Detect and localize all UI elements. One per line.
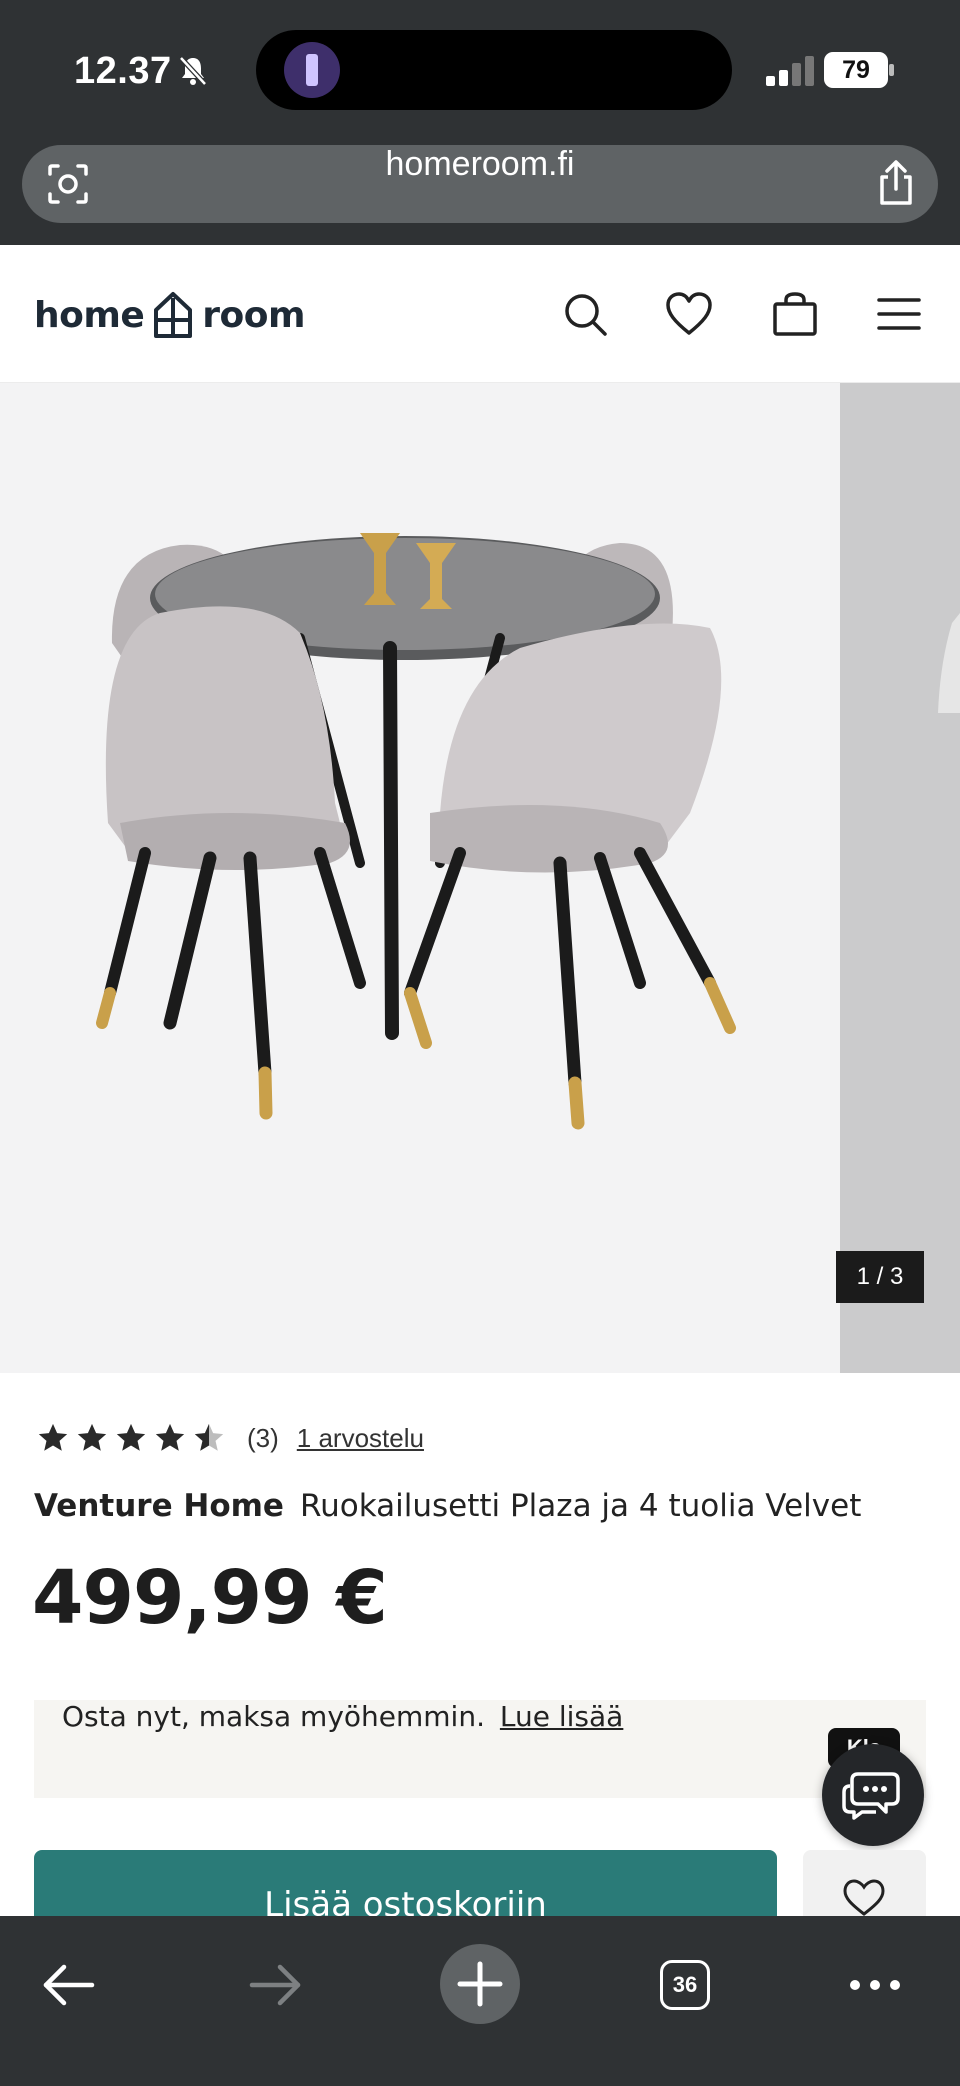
chat-bubbles-icon <box>842 1772 900 1820</box>
product-image-dining-set <box>96 533 736 1130</box>
cellular-signal-icon <box>766 56 814 86</box>
klarna-text: Osta nyt, maksa myöhemmin. <box>62 1700 485 1733</box>
star-full-icon <box>116 1423 146 1451</box>
klarna-message: Osta nyt, maksa myöhemmin. Lue lisää <box>62 1700 623 1733</box>
status-bar: 12.37 79 <box>0 0 960 145</box>
site-logo[interactable]: home room <box>34 289 306 341</box>
chat-button[interactable] <box>822 1744 924 1846</box>
new-tab-plus-icon <box>457 1961 503 2007</box>
menu-icon[interactable] <box>874 289 924 339</box>
dynamic-island <box>256 30 732 110</box>
visual-search-icon[interactable] <box>46 162 90 206</box>
address-field[interactable]: homeroom.fi <box>22 145 938 223</box>
status-time: 12.37 <box>74 50 172 92</box>
more-icon[interactable] <box>840 1950 910 2020</box>
product-name: Ruokailusetti Plaza ja 4 tuolia Velvet <box>299 1488 862 1524</box>
star-full-icon <box>77 1423 107 1451</box>
heart-icon[interactable] <box>664 289 714 339</box>
bell-slash-icon <box>179 56 207 86</box>
forward-arrow-icon[interactable] <box>240 1950 310 2020</box>
url-text[interactable]: homeroom.fi <box>22 145 938 223</box>
logo-text-room: room <box>202 294 306 336</box>
search-icon[interactable] <box>560 289 610 339</box>
star-half-icon <box>194 1423 224 1451</box>
tabs-button[interactable]: 36 <box>660 1960 710 2010</box>
product-rating[interactable]: (3) 1 arvostelu <box>36 1418 424 1458</box>
next-image-edge <box>938 613 960 713</box>
back-arrow-icon[interactable] <box>34 1950 104 2020</box>
klarna-read-more-link[interactable]: Lue lisää <box>500 1700 623 1733</box>
rating-count: (3) <box>247 1422 279 1453</box>
house-logo-icon <box>154 292 193 338</box>
share-icon[interactable] <box>874 159 918 207</box>
logo-text-home: home <box>34 294 145 336</box>
flashlight-icon <box>284 42 340 98</box>
star-full-icon <box>155 1423 185 1451</box>
battery-nub <box>889 64 894 76</box>
reviews-link[interactable]: 1 arvostelu <box>297 1423 424 1454</box>
new-tab-button[interactable] <box>440 1944 520 2024</box>
shopping-bag-icon[interactable] <box>770 289 820 339</box>
site-header: home room <box>0 245 960 383</box>
klarna-banner: Osta nyt, maksa myöhemmin. Lue lisää Kla <box>34 1700 926 1798</box>
product-image-gallery[interactable] <box>0 383 840 1373</box>
star-full-icon <box>38 1423 68 1451</box>
browser-toolbar: 36 <box>0 1916 960 2086</box>
battery-icon: 79 <box>824 52 888 88</box>
next-image-preview[interactable] <box>840 383 960 1373</box>
product-title: Venture Home Ruokailusetti Plaza ja 4 tuo… <box>34 1488 861 1524</box>
product-brand[interactable]: Venture Home <box>34 1488 284 1524</box>
browser-url-bar: homeroom.fi <box>0 145 960 245</box>
product-price: 499,99 € <box>32 1555 388 1641</box>
gallery-counter: 1 / 3 <box>836 1251 924 1303</box>
